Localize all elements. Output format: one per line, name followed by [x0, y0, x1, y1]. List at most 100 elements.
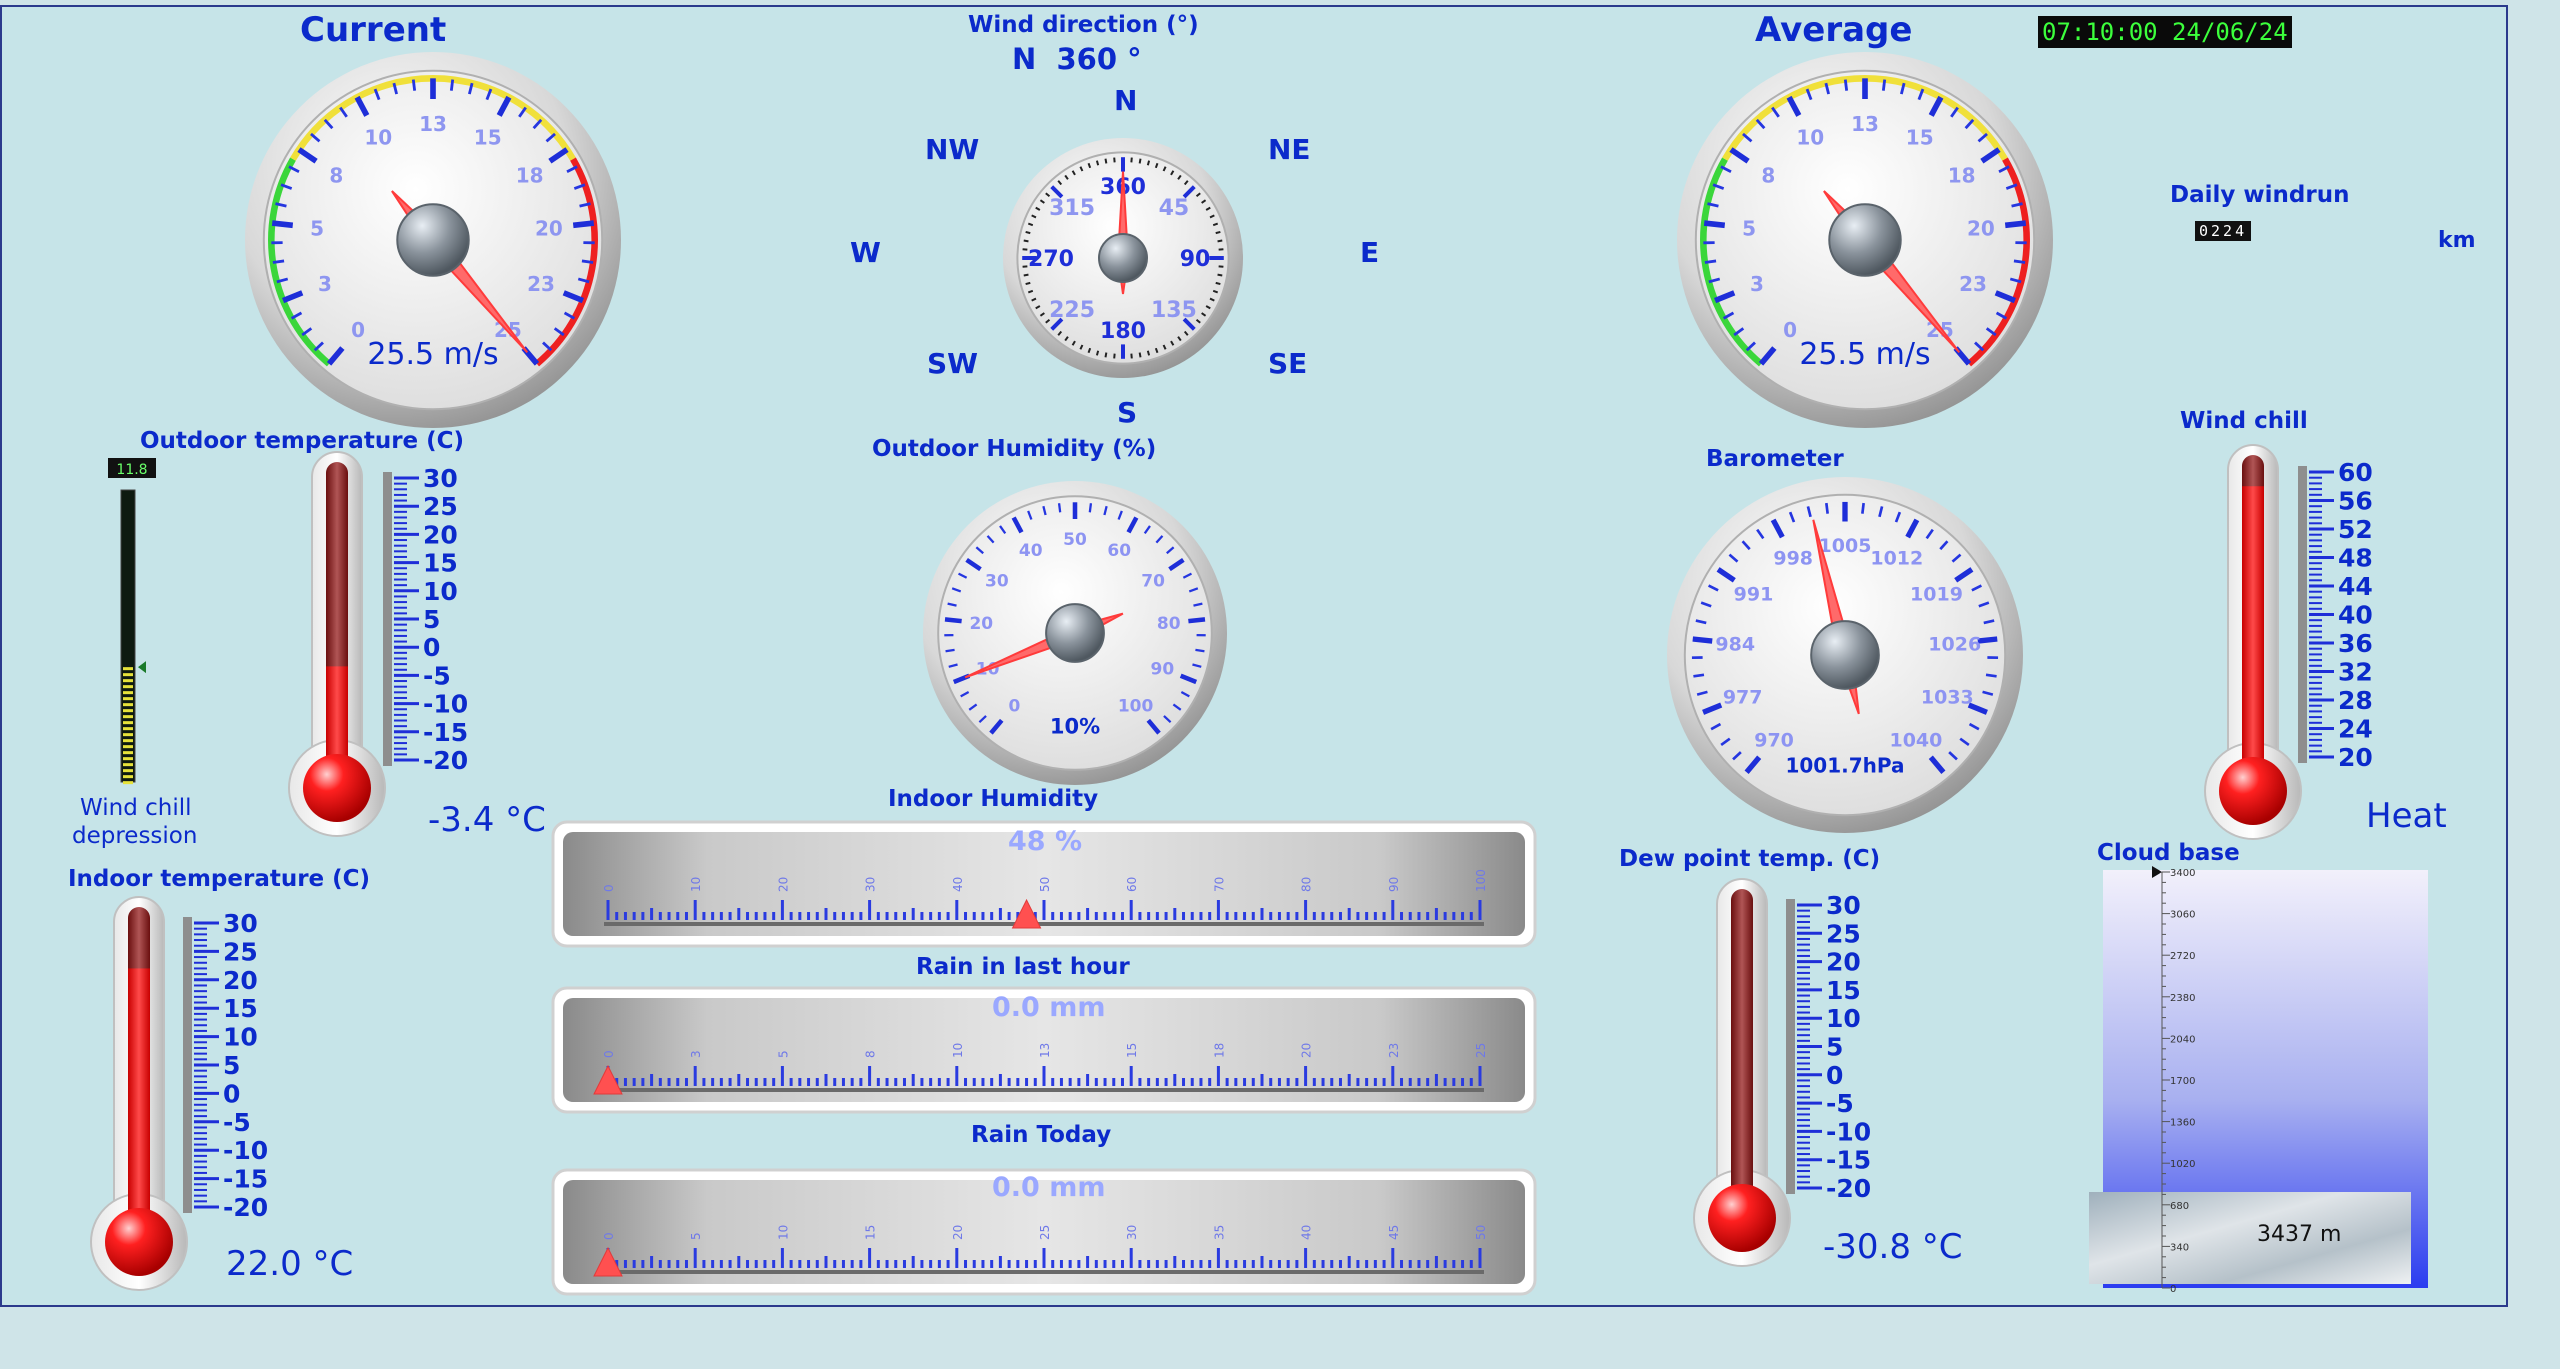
rain-today-gauge-label: 20 [951, 1225, 965, 1240]
wind-chill-depression-seg [123, 679, 133, 683]
rain-today-gauge-label: 25 [1038, 1225, 1052, 1240]
wind-chill-depression-readout: 11.8 [116, 462, 147, 478]
wind-chill-depression-seg [123, 703, 133, 707]
outdoor-humidity-gauge-label: 80 [1157, 614, 1181, 634]
outdoor-temp-thermometer-scale-bar [383, 472, 392, 766]
wind-direction-tick [1025, 281, 1031, 286]
wind-direction-dial-label: 90 [1180, 247, 1211, 272]
barometer-gauge-label: 1026 [1928, 634, 1981, 656]
outdoor-humidity-gauge-tick [1195, 648, 1205, 653]
average-wind-gauge-label: 0 [1783, 318, 1797, 342]
wind-chill-thermometer-scale-label: 44 [2338, 572, 2373, 601]
rain-today-gauge-label: 15 [864, 1225, 878, 1240]
rain-last-hour-gauge-label: 20 [1300, 1043, 1314, 1058]
wind-direction-tick [1025, 230, 1031, 235]
indoor-humidity-gauge-baseline [604, 922, 1484, 926]
wind-direction-tick [1023, 239, 1029, 243]
barometer-gauge-tick [1825, 502, 1829, 514]
current-wind-gauge-label: 3 [318, 272, 332, 296]
rain-today-gauge-label: 45 [1387, 1225, 1401, 1240]
outdoor-humidity-gauge-label: 100 [1118, 696, 1154, 716]
rain-today-value: 0.0 mm [992, 1172, 1106, 1203]
rain-last-hour-value: 0.0 mm [992, 992, 1106, 1023]
indoor-temp-thermometer-scale-label: -10 [223, 1136, 268, 1165]
wind-direction-dial-label: 225 [1049, 298, 1095, 323]
wind-chill-depression-seg [123, 751, 133, 755]
average-wind-gauge-tick [1704, 259, 1717, 264]
current-wind-gauge-label: 15 [474, 126, 502, 150]
wind-chill-thermometer-scale-label: 24 [2338, 715, 2373, 744]
indoor-temp-thermometer-bulb [105, 1208, 173, 1276]
indoor-humidity-gauge-label: 10 [689, 877, 703, 892]
wind-direction-hub [1098, 233, 1148, 283]
wind-chill-thermometer-scale-label: 40 [2338, 601, 2373, 630]
wind-chill-thermometer-scale-label: 48 [2338, 544, 2373, 573]
outdoor-temp-thermometer-scale-label: 25 [423, 492, 458, 521]
outdoor-humidity-gauge-label: 50 [1063, 530, 1087, 550]
average-wind-gauge-label: 23 [1959, 272, 1987, 296]
wind-direction-tick [1095, 160, 1100, 166]
current-wind-gauge-tick [272, 259, 285, 264]
average-wind-gauge-tick [2004, 220, 2027, 229]
wind-direction-dial-label: 180 [1100, 319, 1146, 344]
wind-chill-depression-marker [138, 661, 146, 674]
current-wind-gauge-tick [581, 259, 594, 264]
wind-chill-depression-seg [123, 715, 133, 719]
average-wind-gauge-tick [1703, 220, 1726, 229]
dew-point-thermometer-scale-label: 0 [1826, 1061, 1843, 1090]
wind-direction-tick [1104, 352, 1108, 358]
outdoor-temp-thermometer-scale-label: 5 [423, 605, 440, 634]
wind-chill-depression-seg [123, 691, 133, 695]
outdoor-temp-thermometer-scale-label: -20 [423, 746, 468, 775]
outdoor-humidity-gauge-hub [1045, 603, 1105, 663]
average-wind-gauge-label: 5 [1742, 216, 1756, 240]
wind-direction-tick [1023, 273, 1029, 277]
current-wind-gauge-label: 5 [310, 216, 324, 240]
cloud-base-scale-label: 680 [2170, 1201, 2189, 1212]
wind-chill-depression-seg [123, 757, 133, 761]
dew-point-thermometer-scale-label: 20 [1826, 948, 1861, 977]
wind-chill-depression-seg [123, 667, 133, 671]
wind-direction-tick [1217, 273, 1223, 277]
outdoor-temp-thermometer-scale-label: -5 [423, 661, 451, 690]
current-wind-gauge-label: 20 [535, 216, 563, 240]
dew-point-thermometer-scale-label: 25 [1826, 919, 1861, 948]
cloud-base-scale-label: 1020 [2170, 1159, 2195, 1170]
indoor-temp-thermometer-scale-label: 25 [223, 937, 258, 966]
wind-direction-dial-label: 315 [1049, 196, 1095, 221]
current-wind-gauge-tick [271, 220, 294, 229]
current-wind-gauge-label: 23 [527, 272, 555, 296]
rain-today-gauge-label: 50 [1474, 1225, 1488, 1240]
rain-today-gauge-label: 40 [1300, 1225, 1314, 1240]
barometer-gauge-tick [1861, 502, 1865, 514]
barometer-gauge-tick [1985, 673, 1997, 678]
indoor-temp-thermometer-scale-label: 15 [223, 994, 258, 1023]
indoor-humidity-gauge-label: 20 [776, 877, 790, 892]
rain-last-hour-gauge-label: 15 [1125, 1043, 1139, 1058]
barometer-gauge: 970 977 984 991 998 10051012 1019 1026 1033 10401… [1667, 477, 2023, 833]
gauge-layer: 03581013151820232525.5 m/s03581013151820… [90, 52, 2428, 1296]
current-wind-gauge-label: 0 [351, 318, 365, 342]
outdoor-humidity-gauge-tick [945, 648, 955, 653]
wind-chill-depression-bar: 11.8 [108, 458, 156, 785]
cloud-base-scale-label: 0 [2170, 1284, 2176, 1295]
indoor-humidity-gauge-label: 40 [951, 877, 965, 892]
rain-today-gauge-baseline [604, 1270, 1484, 1274]
barometer-gauge-label: 1019 [1910, 583, 1963, 605]
wind-direction-tick [1095, 350, 1100, 356]
rain-last-hour-gauge-label: 5 [776, 1050, 790, 1058]
rain-today-gauge-label: 30 [1125, 1225, 1139, 1240]
wind-chill-depression-track [120, 489, 136, 783]
barometer-gauge-label: 1033 [1921, 686, 1974, 708]
barometer-gauge-hub [1810, 620, 1880, 690]
wind-chill-depression-seg [123, 673, 133, 677]
wind-chill-depression-seg [123, 781, 133, 785]
outdoor-temp-thermometer-bulb [303, 754, 371, 822]
barometer-gauge-label: 1012 [1870, 548, 1923, 570]
average-wind-gauge-label: 15 [1906, 126, 1934, 150]
indoor-temp-thermometer-scale-label: 0 [223, 1079, 240, 1108]
outdoor-temp-thermometer-scale-label: -15 [423, 718, 468, 747]
barometer-gauge-label: 970 [1754, 730, 1794, 752]
rain-last-hour-gauge-label: 8 [864, 1050, 878, 1058]
outdoor-humidity-gauge-tick [944, 617, 962, 624]
